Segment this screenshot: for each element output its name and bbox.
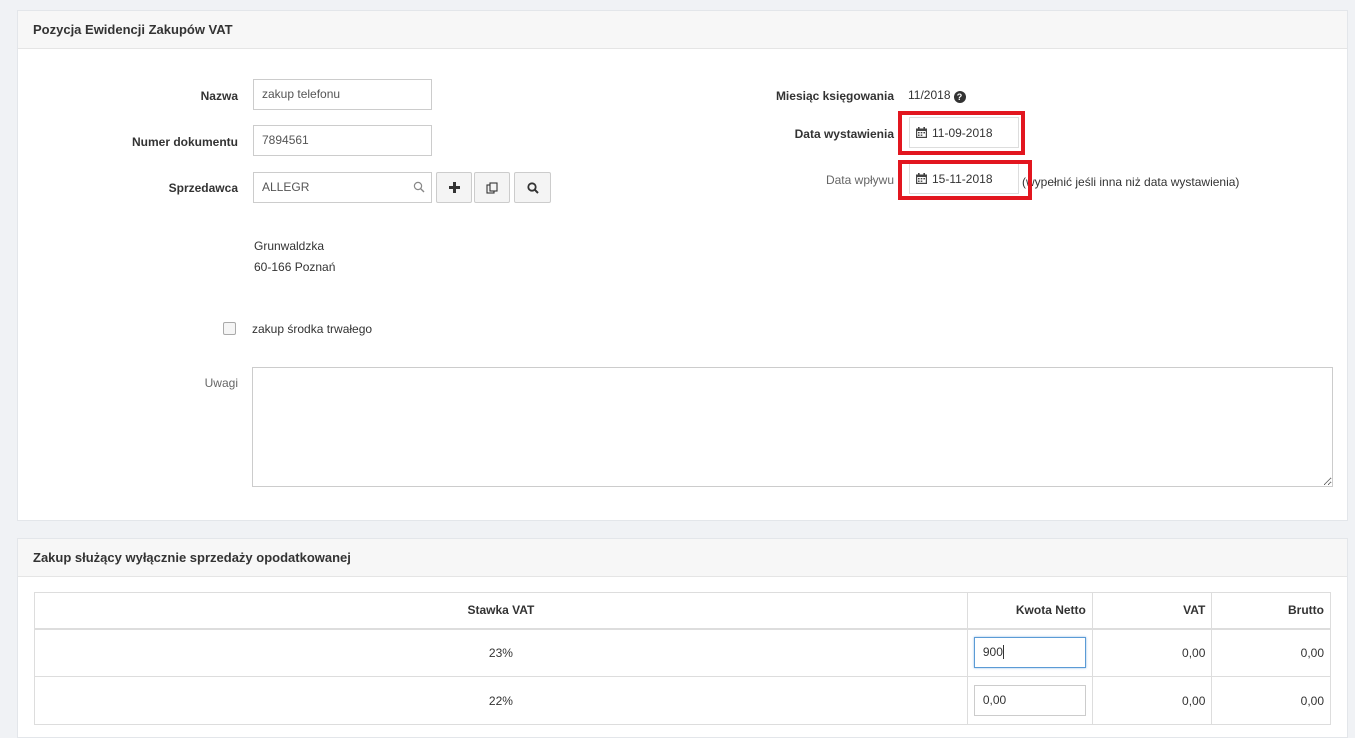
fixed-asset-label: zakup środka trwałego — [252, 322, 373, 336]
brutto-cell: 0,00 — [1211, 676, 1331, 725]
fixed-asset-checkbox[interactable] — [223, 322, 236, 335]
miesiac-value-wrap: 11/2018? — [908, 88, 966, 103]
copy-icon — [486, 181, 498, 194]
magnifier-icon — [526, 181, 539, 194]
panel-title: Zakup służący wyłącznie sprzedaży opodat… — [18, 539, 1347, 577]
numer-dokumentu-input[interactable]: 7894561 — [253, 125, 432, 156]
purchase-entry-panel: Pozycja Ewidencji Zakupów VAT Nazwa zaku… — [17, 10, 1348, 521]
plus-icon — [448, 182, 460, 193]
vat-rates-table: Stawka VAT Kwota Netto VAT Brutto 23% 90… — [34, 592, 1331, 725]
question-circle-icon[interactable]: ? — [953, 91, 966, 103]
data-wplywu-hint: (wypełnić jeśli inna niż data wystawieni… — [1022, 175, 1240, 189]
search-icon — [413, 181, 425, 193]
sprzedawca-label: Sprzedawca — [168, 181, 238, 195]
highlight-data-wystawienia — [898, 111, 1025, 155]
vat-purchase-panel: Zakup służący wyłącznie sprzedaży opodat… — [17, 538, 1348, 738]
nazwa-label: Nazwa — [200, 89, 238, 103]
text-caret — [1002, 645, 1004, 660]
stawka-cell: 22% — [34, 676, 968, 725]
seller-address-line2: 60-166 Poznań — [254, 260, 336, 274]
miesiac-label: Miesiąc księgowania — [775, 89, 894, 103]
seller-address-line1: Grunwaldzka — [254, 239, 325, 253]
numer-dokumentu-label: Numer dokumentu — [131, 135, 238, 149]
vat-cell: 0,00 — [1091, 628, 1213, 677]
data-wplywu-label: Data wpływu — [825, 173, 894, 187]
netto-cell: 0,00 — [966, 676, 1093, 725]
search-seller-button[interactable] — [514, 172, 551, 203]
netto-value: 900 — [982, 645, 1003, 660]
table-header-row: Stawka VAT Kwota Netto VAT Brutto — [34, 592, 1331, 630]
col-vat: VAT — [1091, 592, 1213, 630]
nazwa-input[interactable]: zakup telefonu — [253, 79, 432, 110]
col-kwota-netto: Kwota Netto — [966, 592, 1093, 630]
uwagi-textarea[interactable] — [252, 367, 1333, 487]
uwagi-label: Uwagi — [204, 376, 238, 390]
col-stawka-vat: Stawka VAT — [34, 592, 968, 630]
netto-input[interactable]: 900 — [973, 637, 1086, 669]
add-seller-button[interactable] — [436, 172, 472, 203]
panel-title: Pozycja Ewidencji Zakupów VAT — [18, 11, 1347, 49]
table-row: 23% 900 0,00 0,00 — [34, 628, 1331, 677]
netto-input[interactable]: 0,00 — [973, 685, 1086, 716]
sprzedawca-input[interactable]: ALLEGR — [253, 172, 432, 203]
netto-cell: 900 — [966, 628, 1093, 677]
netto-value: 0,00 — [982, 693, 1007, 707]
miesiac-value: 11/2018 — [908, 88, 951, 102]
highlight-data-wplywu — [898, 160, 1032, 200]
table-row: 22% 0,00 0,00 0,00 — [34, 676, 1331, 725]
vat-cell: 0,00 — [1091, 676, 1213, 725]
brutto-cell: 0,00 — [1211, 628, 1331, 677]
col-brutto: Brutto — [1211, 592, 1331, 630]
sprzedawca-value: ALLEGR — [262, 180, 310, 194]
data-wystawienia-label: Data wystawienia — [794, 127, 894, 141]
stawka-cell: 23% — [34, 628, 968, 677]
copy-seller-button[interactable] — [474, 172, 510, 203]
